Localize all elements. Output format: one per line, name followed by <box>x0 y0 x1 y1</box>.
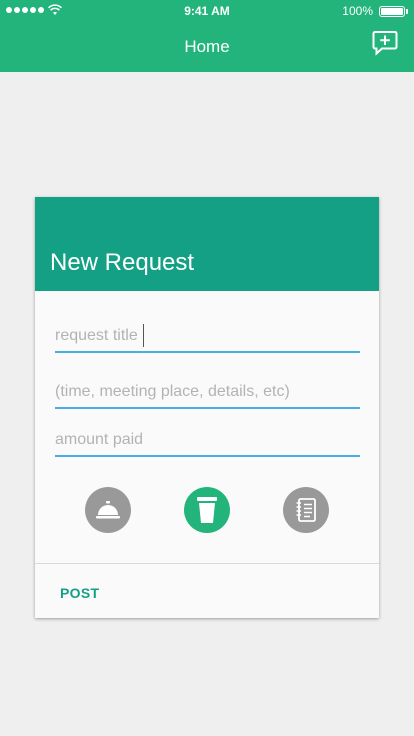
card-title: New Request <box>50 249 195 276</box>
status-right: 100% <box>342 4 408 18</box>
post-button[interactable]: POST <box>60 585 99 601</box>
top-bar: 9:41 AM 100% Home <box>0 0 414 72</box>
notebook-icon <box>296 498 316 522</box>
category-notebook-button[interactable] <box>283 487 329 533</box>
coffee-cup-icon <box>197 497 217 523</box>
page-title: Home <box>184 37 230 56</box>
status-bar: 9:41 AM 100% <box>0 0 414 22</box>
battery-percent: 100% <box>342 4 373 18</box>
category-coffee-button[interactable] <box>184 487 230 533</box>
request-title-input[interactable] <box>55 321 360 353</box>
category-service-button[interactable] <box>85 487 131 533</box>
new-request-card: New Request POST <box>35 197 379 618</box>
card-divider <box>35 563 379 564</box>
battery-icon <box>379 5 405 17</box>
amount-paid-input[interactable] <box>55 425 360 457</box>
card-header: New Request <box>35 197 379 291</box>
battery-tip <box>406 8 408 14</box>
new-message-icon[interactable] <box>372 30 398 56</box>
service-bell-icon <box>96 501 120 519</box>
details-input[interactable] <box>55 377 360 409</box>
text-cursor <box>143 324 144 347</box>
